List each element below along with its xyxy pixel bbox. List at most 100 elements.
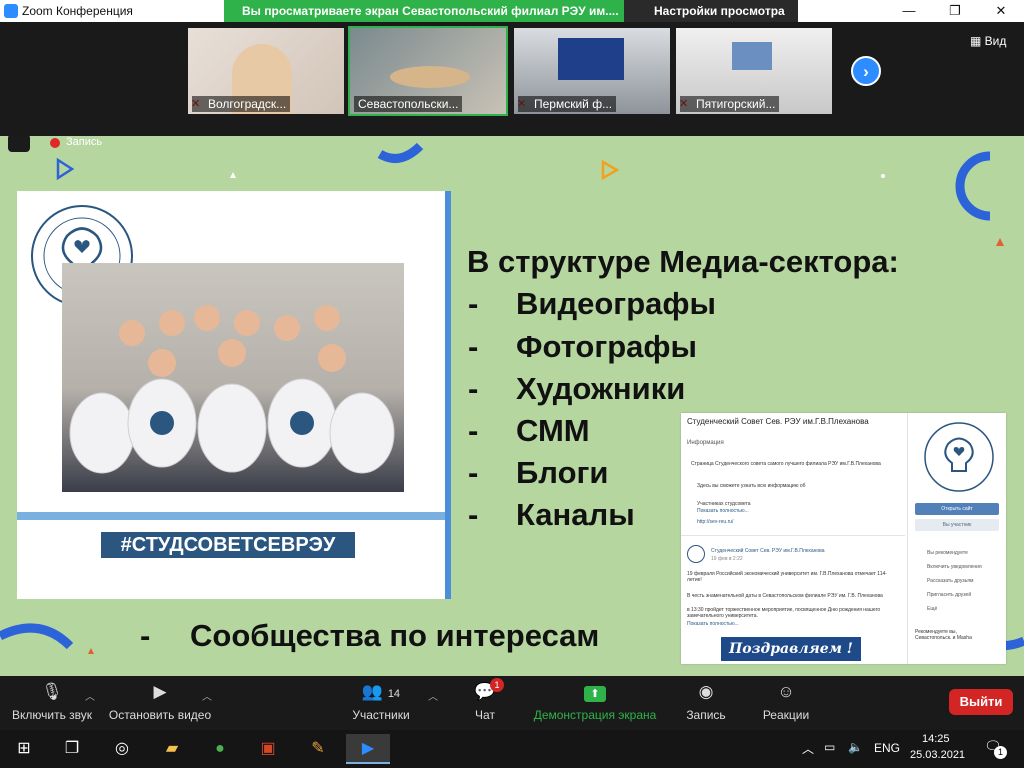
vk-open-site-button: Открыть сайт xyxy=(915,503,999,515)
list-item: - Художники xyxy=(468,371,685,407)
powerpoint-icon[interactable]: ▣ xyxy=(246,734,290,764)
participant-name: Волгоградск... xyxy=(192,96,291,112)
photo-card-stripe xyxy=(17,512,445,520)
vk-more-link: Показать полностью... xyxy=(697,508,749,514)
unmute-label: Включить звук xyxy=(11,708,93,722)
obs-icon[interactable]: ◎ xyxy=(100,734,144,764)
vk-group-screenshot: Студенческий Совет Сев. РЭУ им.Г.В.Плеха… xyxy=(681,413,1006,664)
participants-options-chevron-icon[interactable]: ︿ xyxy=(428,688,438,703)
chrome-icon[interactable]: ● xyxy=(198,734,242,764)
windows-taskbar: ⊞ ❐ ◎ ▰ ● ▣ ✎ ▶ ︿ ▭ 🔈 ENG 14:25 25.03.20… xyxy=(0,730,1024,768)
leave-button[interactable]: Выйти xyxy=(949,689,1013,715)
vk-menu-item: Рассказать друзьям xyxy=(927,578,974,584)
tray-chevron-icon[interactable]: ︿ xyxy=(802,740,814,757)
maximize-button[interactable]: ❐ xyxy=(932,0,978,22)
reactions-label: Реакции xyxy=(762,708,810,722)
vk-menu-item: Пригласить друзей xyxy=(927,592,972,598)
share-banner: Вы просматриваете экран Севастопольский … xyxy=(224,0,624,22)
participants-button[interactable]: 👥 14 Участники xyxy=(346,676,416,730)
group-photo xyxy=(62,263,404,492)
clock-date: 25.03.2021 xyxy=(910,749,966,761)
shared-screen: Запись #СТУДСОВЕТСЕВРЭУ В структуре Меди… xyxy=(0,136,1024,676)
participant-video xyxy=(390,66,470,88)
share-screen-icon: ⬆ xyxy=(530,682,660,704)
vk-info-line: Страница Студенческого совета самого луч… xyxy=(691,461,881,467)
record-label: Запись xyxy=(686,708,726,722)
list-dash: - xyxy=(468,286,479,321)
vk-post-author: Студенческий Совет Сев. РЭУ им.Г.В.Плеха… xyxy=(711,548,825,554)
network-icon[interactable]: ▭ xyxy=(824,740,835,754)
file-explorer-icon[interactable]: ▰ xyxy=(150,734,194,764)
camera-icon: ▶ xyxy=(153,682,167,701)
view-settings-label: Настройки просмотра xyxy=(654,4,785,18)
vk-column-divider xyxy=(907,413,908,664)
participant-tile[interactable]: Севастопольски... xyxy=(348,26,508,116)
view-settings-dropdown[interactable]: Настройки просмотра ⌄ xyxy=(624,0,798,32)
list-item-text: Каналы xyxy=(516,497,635,532)
chat-button[interactable]: 💬 1 Чат xyxy=(460,676,510,730)
windows-start-icon[interactable]: ⊞ xyxy=(2,734,46,764)
audio-options-chevron-icon[interactable]: ︿ xyxy=(85,688,95,703)
video-options-chevron-icon[interactable]: ︿ xyxy=(202,688,212,703)
window-title: Zoom Конференция xyxy=(22,4,133,18)
participants-icon: 👥 14 xyxy=(361,682,401,701)
vk-info-line: Участниках студсовета xyxy=(697,501,751,507)
notifications-badge: 1 xyxy=(994,746,1007,759)
vk-menu-item: Вы рекомендуете xyxy=(927,550,968,556)
vk-menu-item: Ещё xyxy=(927,606,938,612)
grid-icon: ▦ xyxy=(970,34,985,48)
close-button[interactable]: ✕ xyxy=(978,0,1024,22)
view-button[interactable]: ▦ Вид xyxy=(970,34,1006,48)
chat-badge: 1 xyxy=(490,678,504,692)
zoom-logo-icon xyxy=(4,4,18,18)
list-item-text: Фотографы xyxy=(516,329,698,364)
vk-post-text: в 13:30 пройдет торжественное мероприяти… xyxy=(687,607,881,619)
list-item-text: Блоги xyxy=(516,455,609,490)
participant-video xyxy=(558,38,624,80)
slide-heading: В структуре Медиа-сектора: xyxy=(467,244,899,279)
vk-post-text: В честь знаменательной даты в Севастопол… xyxy=(687,593,883,599)
share-screen-button[interactable]: ⬆ Демонстрация экрана xyxy=(530,676,660,730)
vk-divider xyxy=(681,535,905,536)
stop-video-label: Остановить видео xyxy=(108,708,212,722)
vk-post-date: 19 фев в 2:22 xyxy=(711,556,743,562)
task-view-icon[interactable]: ❐ xyxy=(50,734,94,764)
share-screen-label: Демонстрация экрана xyxy=(533,708,657,722)
participant-tile[interactable]: ✕ Пятигорский... xyxy=(674,26,834,116)
chat-label: Чат xyxy=(475,708,495,722)
participant-strip: ✕ Волгоградск... Севастопольски... ✕ Пер… xyxy=(0,22,1024,136)
list-item: - Видеографы xyxy=(468,286,716,322)
volume-icon[interactable]: 🔈 xyxy=(848,740,863,754)
participant-tile[interactable]: ✕ Пермский ф... xyxy=(512,26,672,116)
reactions-icon: ☺ xyxy=(777,682,795,701)
participant-name: Пятигорский... xyxy=(680,96,780,112)
zoom-taskbar-icon[interactable]: ▶ xyxy=(346,734,390,764)
participant-tile[interactable]: ✕ Волгоградск... xyxy=(186,26,346,116)
stop-video-button[interactable]: ▶ Остановить видео xyxy=(104,676,216,730)
vk-post-text: 19 февраля Российский экономический унив… xyxy=(687,571,887,583)
reactions-button[interactable]: ☺ Реакции xyxy=(756,676,816,730)
participants-label: Участники xyxy=(352,708,410,722)
unmute-button[interactable]: 🎙 Включить звук xyxy=(4,676,100,730)
vk-avatar xyxy=(687,545,705,563)
language-indicator[interactable]: ENG xyxy=(874,741,900,755)
minimize-button[interactable]: — xyxy=(886,0,932,22)
list-item-text: Художники xyxy=(516,371,686,406)
vk-group-logo xyxy=(924,422,994,492)
list-dash: - xyxy=(468,497,479,532)
participants-count: 14 xyxy=(387,688,401,700)
list-item-text: СММ xyxy=(516,413,590,448)
record-button[interactable]: ◉ Запись xyxy=(678,676,734,730)
paint-icon[interactable]: ✎ xyxy=(296,734,340,764)
list-dash: - xyxy=(468,371,479,406)
meeting-toolbar: 🎙 Включить звук ︿ ▶ Остановить видео ︿ 👥… xyxy=(0,676,1024,730)
list-dash: - xyxy=(140,618,151,653)
list-dash: - xyxy=(468,329,479,364)
next-page-button[interactable]: › xyxy=(851,56,881,86)
vk-info-line: Здесь вы сможете узнать всю информацию о… xyxy=(697,483,806,489)
vk-recommend-text: Рекомендуете вы, Севастопольск. и Masha xyxy=(915,629,972,641)
vk-more-link: Показать полностью... xyxy=(687,621,739,627)
list-dash: - xyxy=(468,413,479,448)
hashtag-banner: #СТУДСОВЕТСЕВРЭУ xyxy=(101,532,355,558)
vk-menu-item: Включить уведомления xyxy=(927,564,982,570)
